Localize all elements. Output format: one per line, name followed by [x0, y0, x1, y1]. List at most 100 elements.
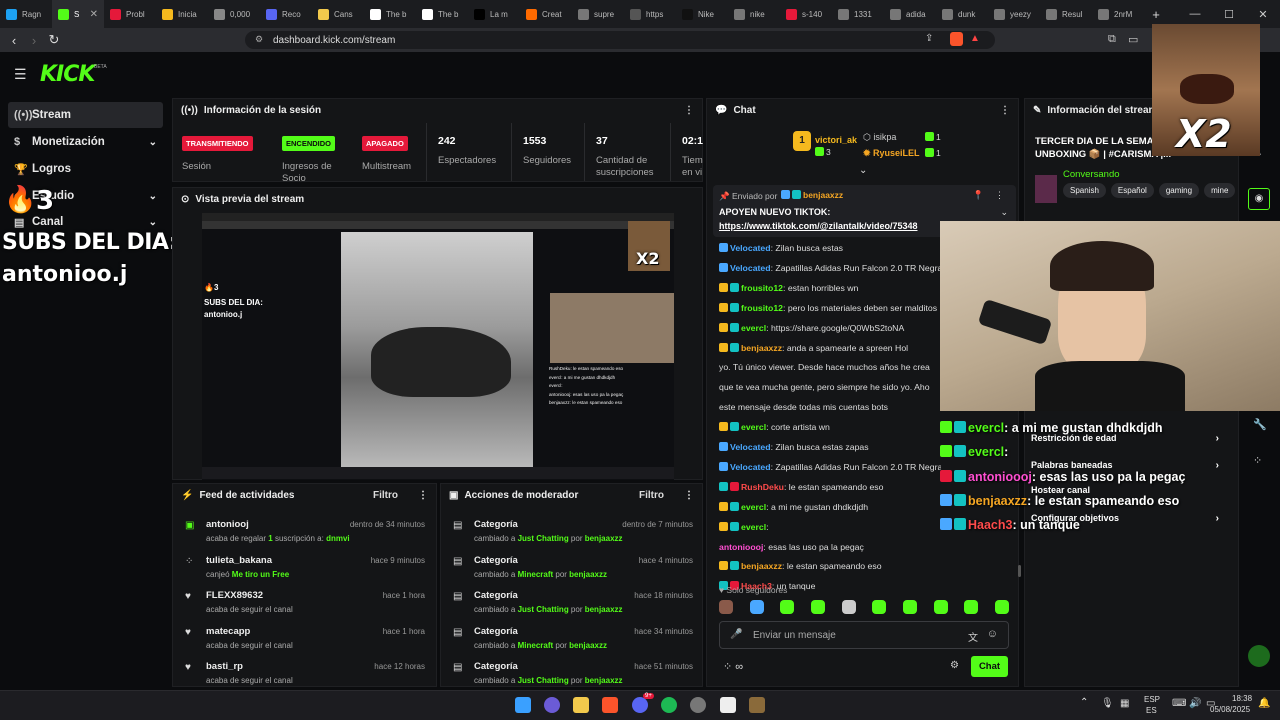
browser-tab[interactable]: Resul [1040, 0, 1092, 28]
url-field[interactable]: ⚙ dashboard.kick.com/stream [245, 31, 995, 49]
wrench-icon[interactable]: 🔧 [1253, 418, 1267, 431]
top-gifter-2[interactable]: ⬡ isikpa [863, 132, 896, 143]
obs-icon[interactable] [690, 697, 706, 713]
collapse-icon[interactable]: ⌄ [1000, 207, 1008, 218]
file-explorer-icon[interactable] [573, 697, 589, 713]
notepad-icon[interactable] [720, 697, 736, 713]
sidebar-item-monetizacion[interactable]: $ Monetización ⌄ [8, 129, 163, 155]
browser-tab[interactable]: 0,000 [208, 0, 260, 28]
share-icon[interactable]: ⇪ [925, 33, 933, 44]
browser-tab[interactable]: Probl [104, 0, 156, 28]
chat-message[interactable]: Velocated: Zapatillas Adidas Run Falcon … [719, 262, 941, 273]
top-gifter-name[interactable]: victori_ak [815, 135, 857, 145]
minimize-button[interactable]: — [1178, 8, 1212, 20]
points-icon[interactable]: ⁘ ∞ [723, 660, 743, 673]
chat-scrollbar[interactable] [1018, 565, 1021, 577]
kick-logo[interactable]: KICK [40, 62, 95, 87]
moderator-link[interactable]: benjaaxzz [585, 676, 623, 685]
browser-tab[interactable]: Inicia [156, 0, 208, 28]
more-options-icon[interactable]: ⋮ [684, 105, 694, 116]
tag-chip[interactable]: Español [1110, 183, 1154, 198]
chat-username[interactable]: evercl [741, 323, 766, 333]
points-icon[interactable]: ⁘ [1253, 454, 1262, 467]
chat-message[interactable]: Velocated: Zilan busca estas [719, 243, 941, 253]
feed-row[interactable]: ♥ basti_rp acaba de seguir el canal hace 12… [173, 656, 435, 686]
network-icon[interactable]: ⌨ [1172, 698, 1186, 709]
emote-icon[interactable] [749, 600, 764, 614]
discord-icon[interactable] [632, 697, 648, 713]
feed-row[interactable]: ▣ antoniooj acaba de regalar 1 suscripción… [173, 514, 435, 550]
mod-row[interactable]: ▤ Categoría cambiado a Minecraft por benja… [441, 550, 702, 586]
chat-message[interactable]: Velocated: Zapatillas Adidas Run Falcon … [719, 461, 941, 472]
notification-bell-icon[interactable]: 🔔 [1258, 698, 1270, 709]
more-options-icon[interactable]: ⋮ [418, 490, 428, 501]
maximize-button[interactable]: ☐ [1212, 8, 1246, 21]
ime-icon[interactable]: ▦ [1120, 698, 1129, 709]
emote-icon[interactable] [902, 600, 917, 614]
chat-username[interactable]: evercl [741, 502, 766, 512]
chat-username[interactable]: Velocated [730, 442, 771, 452]
extensions-icon[interactable]: ⧉ [1108, 33, 1116, 46]
moderator-link[interactable]: benjaaxzz [585, 534, 623, 543]
browser-tab[interactable]: dunk [936, 0, 988, 28]
more-options-icon[interactable]: ⋮ [684, 490, 694, 501]
emoji-icon[interactable]: ☺ [987, 628, 998, 640]
mic-icon[interactable]: 🎤 [730, 629, 742, 640]
mic-tray-icon[interactable]: 🎙 [1101, 698, 1114, 709]
browser-tab[interactable]: supre [572, 0, 624, 28]
browser-tab[interactable]: Nike [676, 0, 728, 28]
close-tab-icon[interactable]: ✕ [90, 9, 98, 20]
browser-tab[interactable]: La m [468, 0, 520, 28]
send-chat-button[interactable]: Chat [971, 656, 1008, 677]
brave-rewards-icon[interactable]: ▲ [970, 33, 980, 44]
browser-tab[interactable]: The b [416, 0, 468, 28]
emote-icon[interactable] [780, 600, 795, 614]
feed-row[interactable]: ♥ FLEXX89632 acaba de seguir el canal hace … [173, 585, 435, 621]
chat-message[interactable]: RushDeku: le estan spameando eso [719, 481, 941, 492]
forward-icon[interactable]: › [24, 33, 44, 48]
chat-message[interactable]: evercl: https://share.google/Q0WbS2toNA [719, 322, 941, 333]
mod-row[interactable]: ▤ Categoría cambiado a Just Chatting por b… [441, 585, 702, 621]
feed-username[interactable]: FLEXX89632 [206, 590, 263, 601]
chat-message[interactable]: frousito12: pero los materiales deben se… [719, 302, 941, 313]
more-options-icon[interactable]: ⋮ [1000, 105, 1010, 116]
feed-row[interactable]: ⁘ tulieta_bakana canjeó Me tiro un Free hac… [173, 550, 435, 586]
feed-row[interactable]: ♥ matecapp acaba de seguir el canal hace 1 … [173, 621, 435, 657]
moderator-link[interactable]: benjaaxzz [569, 641, 607, 650]
pinned-user[interactable]: benjaaxzz [781, 190, 843, 200]
volume-icon[interactable]: 🔊 [1189, 698, 1201, 709]
preview-video[interactable]: X2 🔥3 SUBS DEL DIA: antonioo.j RushDeku:… [202, 213, 674, 480]
pinned-link[interactable]: https://www.tiktok.com/@zilantalk/video/… [719, 221, 941, 231]
emote-icon[interactable] [841, 600, 856, 614]
chat-username[interactable]: RushDeku [741, 482, 784, 492]
site-info-icon[interactable]: ⚙ [255, 34, 263, 45]
tag-chip[interactable]: mine [1204, 183, 1236, 198]
filter-button[interactable]: Filtro [639, 490, 664, 501]
emote-icon[interactable] [872, 600, 887, 614]
category-link[interactable]: Minecraft [518, 641, 554, 650]
chat-username[interactable]: Velocated [730, 243, 771, 253]
moderator-link[interactable]: benjaaxzz [585, 605, 623, 614]
browser-tab[interactable]: Reco [260, 0, 312, 28]
chat-message[interactable]: antonioooj: esas las uso pa la pegaç [719, 542, 941, 552]
browser-tab[interactable]: nike [728, 0, 780, 28]
chat-username[interactable]: Velocated [730, 462, 771, 472]
new-tab-button[interactable]: + [1144, 7, 1168, 22]
chat-message[interactable]: evercl: corte artista wn [719, 422, 941, 432]
browser-tab[interactable]: Ragn [0, 0, 52, 28]
back-icon[interactable]: ‹ [4, 33, 24, 48]
tag-chip[interactable]: gaming [1158, 183, 1200, 198]
chat-username[interactable]: frousito12 [741, 283, 783, 293]
close-window-button[interactable]: ✕ [1246, 8, 1280, 21]
moderator-link[interactable]: benjaaxzz [569, 570, 607, 579]
windows-start-icon[interactable] [515, 697, 531, 713]
browser-tab[interactable]: s-140 [780, 0, 832, 28]
brave-browser-icon[interactable] [602, 697, 618, 713]
spotify-icon[interactable] [661, 697, 677, 713]
chat-message[interactable]: yo. Tú único viewer. Desde hace muchos a… [719, 362, 941, 372]
chat-message[interactable]: benjaaxzz: anda a spamearle a spreen Hol [719, 342, 941, 353]
emote-icon[interactable] [964, 600, 979, 614]
chat-message[interactable]: frousito12: estan horribles wn [719, 282, 941, 293]
chat-message[interactable]: benjaaxzz: le estan spameando eso [719, 561, 941, 571]
browser-tab[interactable]: 1331 [832, 0, 884, 28]
